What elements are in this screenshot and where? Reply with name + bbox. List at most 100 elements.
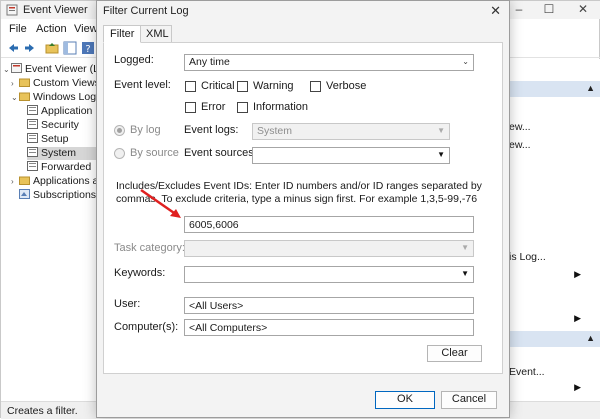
information-checkbox[interactable]	[237, 102, 248, 113]
log-icon	[27, 161, 38, 171]
event-ids-input[interactable]: 6005,6006	[184, 216, 474, 233]
log-icon	[27, 133, 38, 143]
chevron-down-icon: ⌄	[462, 57, 469, 66]
dropdown-arrow-icon: ▼	[437, 126, 445, 135]
minimize-icon[interactable]: –	[509, 1, 529, 17]
action-filter-current-log[interactable]: is Log...	[509, 251, 546, 263]
keywords-label: Keywords:	[114, 267, 166, 279]
annotation-arrow-icon	[140, 188, 181, 218]
folder-icon	[19, 78, 30, 87]
warning-checkbox[interactable]	[237, 81, 248, 92]
dropdown-arrow-icon: ▼	[437, 150, 445, 159]
logged-value: Any time	[189, 56, 230, 68]
event-level-label: Event level:	[114, 79, 171, 91]
information-label: Information	[253, 101, 309, 113]
warning-label: Warning	[253, 80, 294, 92]
submenu-arrow-icon[interactable]: ▶	[574, 313, 581, 324]
submenu-arrow-icon[interactable]: ▶	[574, 382, 581, 393]
maximize-icon[interactable]: ☐	[539, 1, 559, 17]
action-create-custom-view[interactable]: ew...	[509, 121, 531, 133]
menu-file[interactable]: File	[9, 23, 27, 35]
close-icon[interactable]: ✕	[490, 3, 501, 19]
computers-input[interactable]: <All Computers>	[184, 319, 474, 336]
clear-button[interactable]: Clear	[427, 345, 482, 362]
verbose-label: Verbose	[326, 80, 367, 92]
filter-current-log-dialog: Filter Current Log ✕ Filter XML Logged: …	[96, 0, 510, 418]
console-tree-icon[interactable]	[63, 41, 77, 55]
close-icon[interactable]: ✕	[573, 1, 593, 17]
actions-header-event[interactable]: ▲	[509, 331, 600, 347]
event-sources-label: Event sources:	[184, 147, 257, 159]
tree-item-application[interactable]: Application	[27, 105, 92, 118]
actions-header-system[interactable]: ▲	[509, 81, 600, 97]
collapse-up-icon[interactable]: ▲	[586, 333, 595, 343]
event-viewer-icon	[6, 4, 18, 16]
up-folder-icon[interactable]	[45, 41, 59, 55]
error-label: Error	[201, 101, 226, 113]
event-ids-value: 6005,6006	[189, 219, 239, 231]
computers-value: <All Computers>	[189, 322, 268, 334]
ok-button[interactable]: OK	[375, 391, 435, 409]
tree-item-applications[interactable]: › Applications ar	[11, 175, 102, 188]
event-logs-value: System	[257, 125, 293, 137]
log-icon	[27, 147, 38, 157]
chevron-down-icon[interactable]: ⌄	[3, 63, 11, 76]
tree-item-forwarded[interactable]: Forwarded	[27, 161, 91, 174]
dialog-title: Filter Current Log	[103, 5, 189, 17]
menu-action[interactable]: Action	[36, 23, 67, 35]
menu-view[interactable]: View	[74, 23, 98, 35]
task-category-dropdown[interactable]: ▼	[184, 240, 474, 257]
event-sources-dropdown[interactable]: ▼	[252, 147, 450, 164]
action-import-custom-view[interactable]: ew...	[509, 139, 531, 151]
computers-label: Computer(s):	[114, 321, 179, 333]
chevron-right-icon[interactable]: ›	[11, 77, 19, 90]
collapse-up-icon[interactable]: ▲	[586, 83, 595, 93]
event-logs-label: Event logs:	[184, 124, 239, 136]
event-logs-dropdown[interactable]: System ▼	[252, 123, 450, 140]
user-label: User:	[114, 298, 141, 310]
actions-pane: ▲ ew... ew... is Log... ▶ ▶ ▲ Event... ▶	[509, 59, 600, 401]
keywords-dropdown[interactable]: ▼	[184, 266, 474, 283]
event-viewer-title: Event Viewer	[23, 4, 88, 16]
tree-item-system[interactable]: System	[27, 147, 99, 160]
submenu-arrow-icon[interactable]: ▶	[574, 269, 581, 280]
verbose-checkbox[interactable]	[310, 81, 321, 92]
logged-label: Logged:	[114, 54, 154, 66]
back-arrow-icon[interactable]	[6, 41, 20, 55]
log-icon	[27, 119, 38, 129]
dropdown-arrow-icon: ▼	[461, 269, 469, 278]
task-category-label: Task category:	[114, 242, 185, 254]
logged-dropdown[interactable]: Any time ⌄	[184, 54, 474, 71]
by-source-radio[interactable]	[114, 148, 125, 159]
tree-item-windows-logs[interactable]: ⌄ Windows Logs	[11, 91, 101, 104]
help-icon[interactable]: ?	[81, 41, 95, 55]
console-tree: ⌄ Event Viewer (Loca › Custom Views ⌄ Windo…	[1, 59, 116, 401]
tab-filter[interactable]: Filter	[103, 25, 141, 43]
critical-checkbox[interactable]	[185, 81, 196, 92]
tree-item-setup[interactable]: Setup	[27, 133, 68, 146]
by-source-label: By source	[130, 147, 179, 159]
log-icon	[27, 105, 38, 115]
folder-icon	[19, 176, 30, 185]
dropdown-arrow-icon: ▼	[461, 243, 469, 252]
tab-xml[interactable]: XML	[140, 25, 172, 43]
svg-text:?: ?	[85, 44, 90, 55]
forward-arrow-icon[interactable]	[23, 41, 37, 55]
error-checkbox[interactable]	[185, 102, 196, 113]
tree-item-custom-views[interactable]: › Custom Views	[11, 77, 100, 90]
status-text: Creates a filter.	[7, 405, 78, 417]
user-input[interactable]: <All Users>	[184, 297, 474, 314]
cancel-button[interactable]: Cancel	[441, 391, 497, 409]
chevron-right-icon[interactable]: ›	[11, 175, 19, 188]
by-log-radio[interactable]	[114, 125, 125, 136]
dialog-titlebar: Filter Current Log ✕	[97, 1, 509, 21]
chevron-down-icon[interactable]: ⌄	[11, 91, 19, 104]
by-log-label: By log	[130, 124, 161, 136]
event-viewer-icon	[11, 63, 22, 73]
tree-item-security[interactable]: Security	[27, 119, 79, 132]
user-value: <All Users>	[189, 300, 244, 312]
action-event-properties[interactable]: Event...	[509, 366, 545, 378]
critical-label: Critical	[201, 80, 235, 92]
folder-icon	[19, 92, 30, 101]
tree-item-subscriptions[interactable]: Subscriptions	[19, 189, 96, 202]
